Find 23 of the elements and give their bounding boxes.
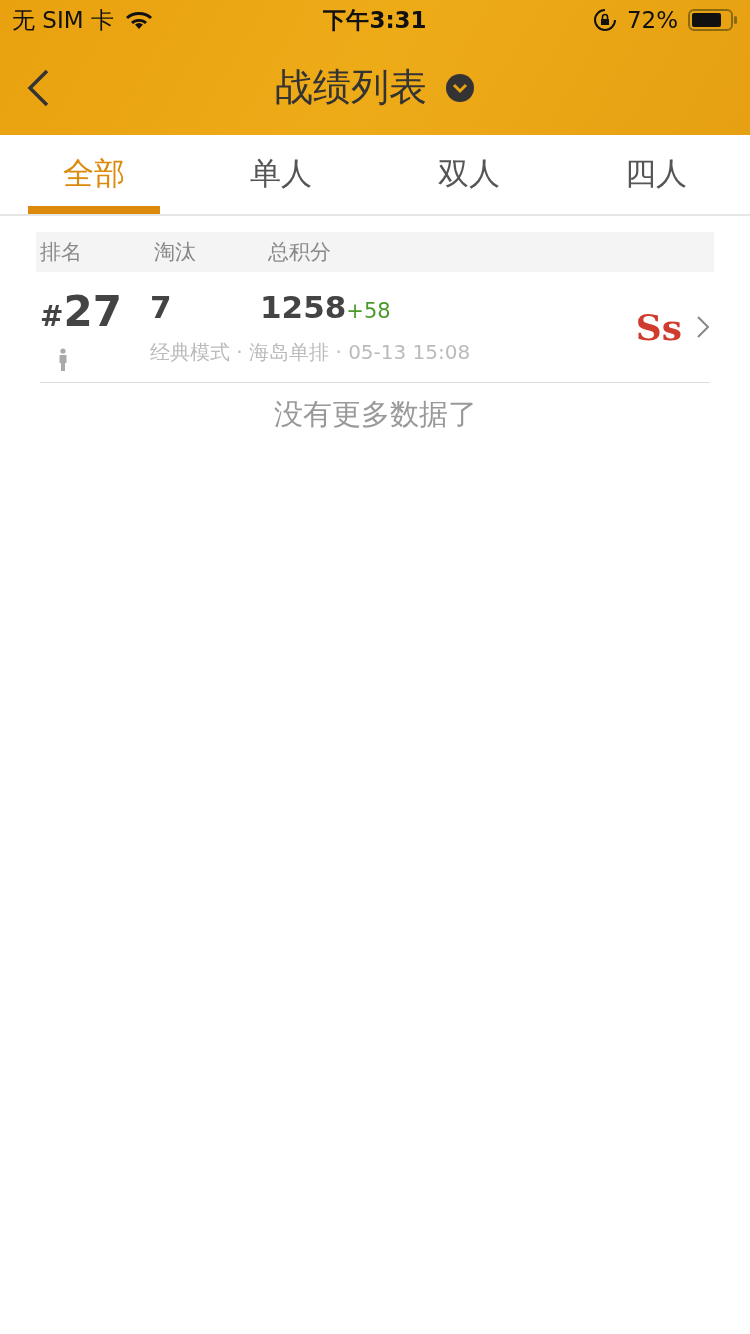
battery-icon (688, 8, 738, 32)
chevron-right-icon (696, 315, 710, 339)
no-more-data-text: 没有更多数据了 (272, 396, 478, 433)
match-details: 经典模式 · 海岛单排 · 05-13 15:08 (150, 338, 472, 366)
rank-value: #27 (40, 286, 122, 336)
tab[interactable]: 双人 (403, 135, 535, 214)
record-row[interactable]: #27 7 1258+58 经典模式 · 海岛单排 · 05-13 15:08 Ss (40, 272, 710, 383)
rotation-lock-icon (592, 8, 617, 32)
page-title: 战绩列表 (275, 64, 427, 111)
column-header: 总积分 (267, 239, 331, 266)
tab[interactable]: 四人 (590, 135, 722, 214)
column-header: 淘汰 (153, 239, 197, 266)
kills-value: 7 (150, 288, 173, 325)
dropdown-icon[interactable] (445, 72, 475, 103)
person-icon (58, 347, 68, 372)
carrier-label: 无 SIM 卡 (12, 5, 114, 35)
column-header: 排名 (39, 239, 83, 266)
score-value: 1258+58 (260, 288, 391, 325)
tab[interactable]: 单人 (215, 135, 347, 214)
status-time: 下午3:31 (323, 5, 427, 35)
grade-label: Ss (635, 306, 682, 348)
battery-percent: 72% (626, 7, 678, 33)
back-icon[interactable] (26, 68, 50, 108)
